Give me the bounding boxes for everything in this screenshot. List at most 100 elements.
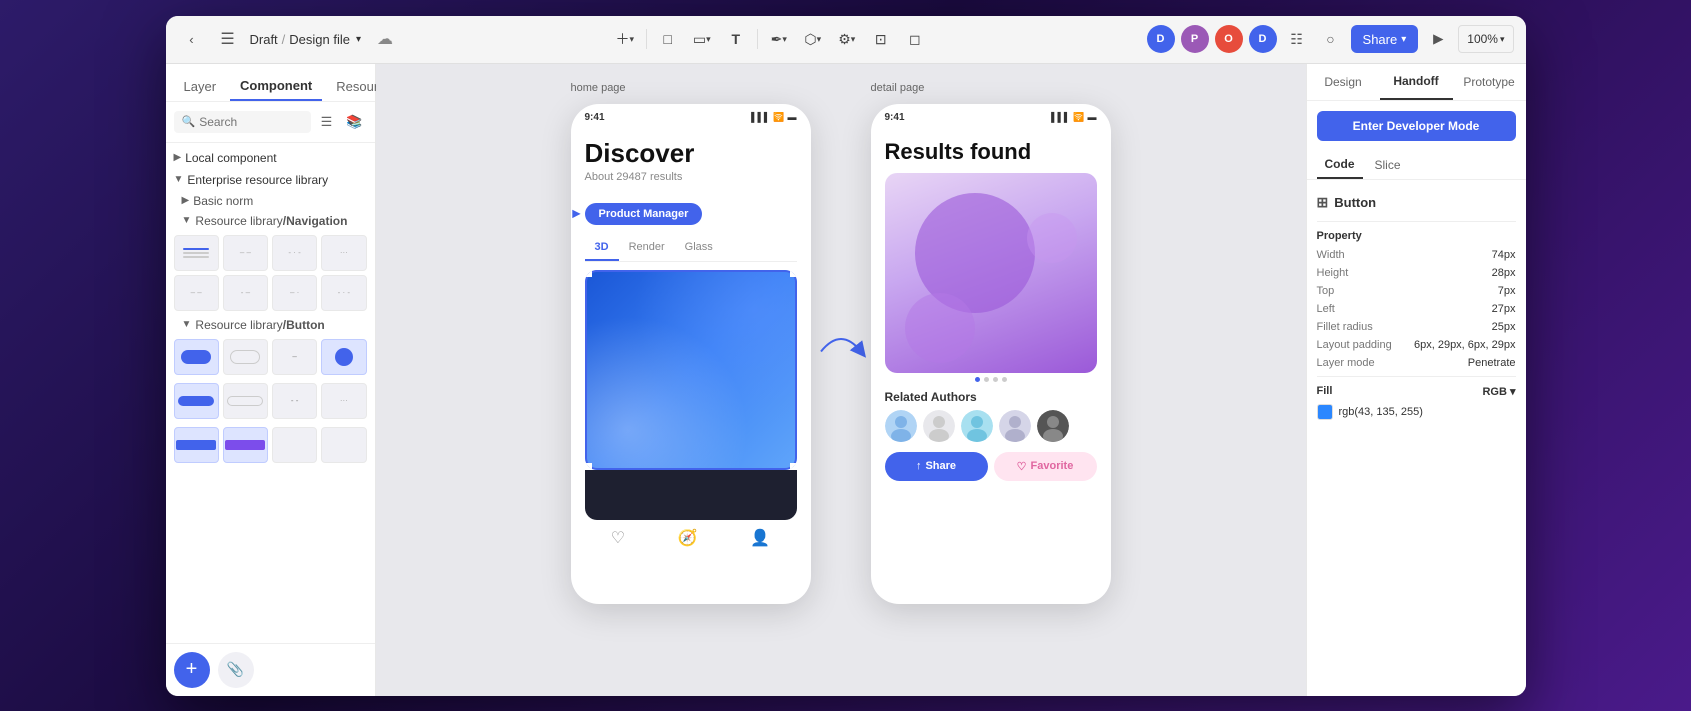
menu-button[interactable]: ☰: [214, 25, 242, 53]
btn-comp-11[interactable]: [272, 427, 317, 463]
tab-glass[interactable]: Glass: [675, 235, 723, 261]
btn-comp-10[interactable]: [223, 427, 268, 463]
canvas-inner: home page 9:41 ▌▌▌ 🛜 ▬ Discover: [376, 64, 1306, 696]
btn-comp-12[interactable]: [321, 427, 366, 463]
add-library-btn[interactable]: 📚: [343, 110, 367, 134]
tab-render[interactable]: Render: [619, 235, 675, 261]
nav-component-6[interactable]: - –: [223, 275, 268, 311]
app-window: ‹ ☰ Draft / Design file ▾ ☁ ＋ ▾ □: [166, 16, 1526, 696]
property-section-title: Property: [1317, 222, 1516, 246]
phone-status-bar-detail: 9:41 ▌▌▌ 🛜 ▬: [871, 104, 1111, 127]
btn-comp-4[interactable]: [321, 339, 366, 375]
add-component-button[interactable]: +: [174, 652, 210, 688]
nav-component-3[interactable]: - · -: [272, 235, 317, 271]
avatar-d1: D: [1147, 25, 1175, 53]
crop-tool-button[interactable]: ⊡: [866, 24, 896, 54]
right-panel: Design Handoff Prototype Enter Developer…: [1306, 64, 1526, 696]
color-swatch[interactable]: [1317, 404, 1333, 420]
detail-secondary-btn[interactable]: ♡ Favorite: [994, 452, 1097, 481]
shape-tool-button[interactable]: ▭ ▾: [687, 24, 717, 54]
nav-component-8[interactable]: - · -: [321, 275, 366, 311]
btn-comp-6[interactable]: [223, 383, 268, 419]
prop-left-label: Left: [1317, 303, 1492, 315]
color-value: rgb(43, 135, 255): [1339, 406, 1423, 418]
zoom-control[interactable]: 100% ▾: [1458, 25, 1513, 53]
nav-component-4[interactable]: ···: [321, 235, 366, 271]
frame-tool-button[interactable]: □: [653, 24, 683, 54]
tab-design[interactable]: Design: [1307, 64, 1380, 100]
prop-height-value: 28px: [1492, 267, 1516, 279]
corner-tr[interactable]: [790, 270, 797, 277]
extra-icon: ◻: [909, 31, 921, 48]
grid-icon-btn[interactable]: ☷: [1283, 25, 1311, 53]
share-button[interactable]: Share ▾: [1351, 25, 1419, 53]
subsection-navigation[interactable]: ▼ Resource library/Navigation: [166, 211, 375, 231]
extra-tool-button[interactable]: ◻: [900, 24, 930, 54]
prop-left: Left 27px: [1317, 300, 1516, 318]
compass-icon[interactable]: 🧭: [678, 528, 698, 548]
sub-tab-code[interactable]: Code: [1317, 151, 1363, 179]
tab-layer[interactable]: Layer: [174, 72, 227, 101]
product-badge[interactable]: Product Manager: [585, 203, 703, 225]
phone-home-content: Discover About 29487 results Product Man…: [571, 127, 811, 569]
tab-handoff[interactable]: Handoff: [1380, 64, 1453, 100]
author-avatar-5: [1037, 410, 1069, 442]
button-component-grid-3: [166, 423, 375, 467]
like-icon[interactable]: ♡: [611, 528, 625, 548]
pen-tool-button[interactable]: ✒ ▾: [764, 24, 794, 54]
detail-primary-btn[interactable]: ↑ Share: [885, 452, 988, 481]
section-enterprise[interactable]: ▼ Enterprise resource library: [166, 169, 375, 191]
tool-separator: [646, 29, 647, 49]
status-icons-detail: ▌▌▌ 🛜 ▬: [1051, 112, 1096, 123]
tab-component[interactable]: Component: [230, 72, 322, 101]
prop-layer-mode-value: Penetrate: [1468, 357, 1516, 369]
play-button[interactable]: ▶: [1424, 25, 1452, 53]
signal-icon-d: ▌▌▌: [1051, 112, 1070, 122]
nav-component-1[interactable]: [174, 235, 219, 271]
breadcrumb-separator: /: [282, 32, 286, 47]
btn-comp-9[interactable]: [174, 427, 219, 463]
sub-tab-slice[interactable]: Slice: [1367, 151, 1409, 179]
corner-br[interactable]: [790, 463, 797, 470]
list-view-btn[interactable]: ☰: [315, 110, 339, 134]
chevron-plugin: ▾: [851, 34, 856, 45]
boolean-tool-button[interactable]: ⬡ ▾: [798, 24, 828, 54]
text-tool-button[interactable]: T: [721, 24, 751, 54]
tab-3d[interactable]: 3D: [585, 235, 619, 261]
btn-comp-7[interactable]: - -: [272, 383, 317, 419]
nav-component-7[interactable]: – ·: [272, 275, 317, 311]
subsection-basic-norm[interactable]: ▶ Basic norm: [166, 191, 375, 211]
search-icon-btn[interactable]: ○: [1317, 25, 1345, 53]
back-button[interactable]: ‹: [178, 25, 206, 53]
tab-prototype[interactable]: Prototype: [1453, 64, 1526, 100]
home-page-container: home page 9:41 ▌▌▌ 🛜 ▬ Discover: [571, 104, 811, 604]
nav-component-5[interactable]: – –: [174, 275, 219, 311]
btn-comp-5[interactable]: [174, 383, 219, 419]
breadcrumb-file[interactable]: Design file: [289, 32, 350, 47]
canvas-area[interactable]: home page 9:41 ▌▌▌ 🛜 ▬ Discover: [376, 64, 1306, 696]
attach-button[interactable]: 📎: [218, 652, 254, 688]
nav-component-2[interactable]: – –: [223, 235, 268, 271]
btn-comp-1[interactable]: [174, 339, 219, 375]
sidebar-bottom: + 📎: [166, 643, 375, 696]
connector-arrow: [816, 321, 866, 386]
btn-comp-2[interactable]: [223, 339, 268, 375]
plugin-tool-button[interactable]: ⚙ ▾: [832, 24, 862, 54]
section-local-component[interactable]: ▶ Local component: [166, 147, 375, 169]
prop-width-value: 74px: [1492, 249, 1516, 261]
btn-comp-8[interactable]: ···: [321, 383, 366, 419]
battery-icon-d: ▬: [1088, 112, 1097, 122]
prop-fillet-value: 25px: [1492, 321, 1516, 333]
corner-tl[interactable]: [585, 270, 592, 277]
search-input[interactable]: [199, 115, 302, 129]
btn-comp-3[interactable]: –: [272, 339, 317, 375]
chevron-fill: ▾: [1510, 386, 1516, 398]
fill-mode[interactable]: RGB ▾: [1482, 385, 1515, 398]
corner-bl[interactable]: [585, 463, 592, 470]
chevron-shape: ▾: [706, 34, 711, 45]
add-tool-button[interactable]: ＋ ▾: [610, 24, 640, 54]
breadcrumb: Draft / Design file ▾: [250, 32, 362, 47]
enter-dev-mode-button[interactable]: Enter Developer Mode: [1317, 111, 1516, 141]
user-icon[interactable]: 👤: [750, 528, 770, 548]
subsection-button[interactable]: ▼ Resource library/Button: [166, 315, 375, 335]
